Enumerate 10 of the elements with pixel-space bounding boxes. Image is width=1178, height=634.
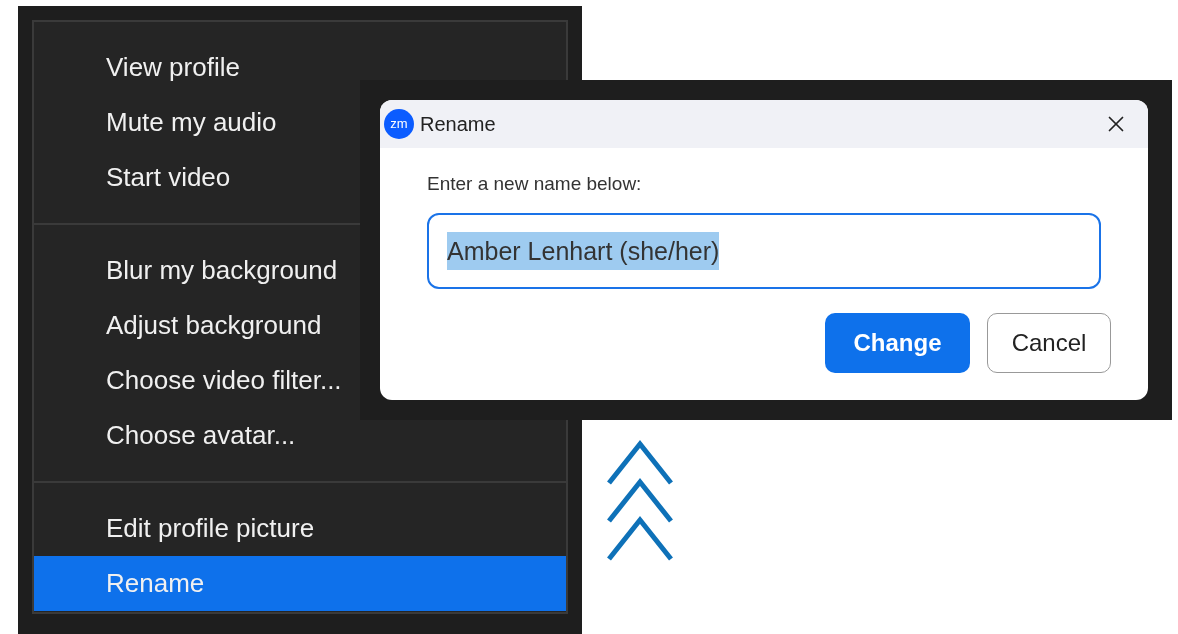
name-input-field[interactable]: Amber Lenhart (she/her): [427, 212, 1101, 289]
app-logo: zm: [384, 109, 414, 139]
menu-item[interactable]: Choose avatar...: [34, 408, 566, 463]
change-button[interactable]: Change: [825, 312, 970, 373]
prompt-label: Enter a new name below:: [427, 172, 643, 196]
menu-item[interactable]: Edit profile picture: [34, 501, 566, 556]
menu-item[interactable]: View profile: [34, 40, 566, 95]
dialog-title: Rename: [420, 112, 496, 137]
menu-item[interactable]: Rename: [34, 556, 566, 611]
cancel-button[interactable]: Cancel: [987, 312, 1111, 373]
